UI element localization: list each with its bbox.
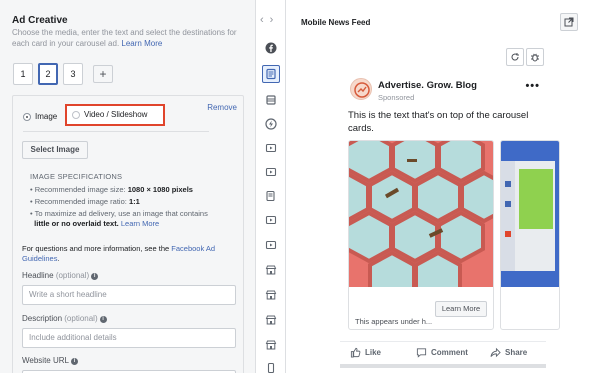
headline-label: Headline (optional) i	[22, 271, 99, 280]
video-icon[interactable]	[263, 140, 279, 156]
video-radio[interactable]	[72, 111, 80, 119]
comment-icon	[416, 348, 427, 358]
panel-title: Ad Creative	[12, 15, 68, 26]
info-icon[interactable]: i	[70, 358, 78, 365]
video-icon[interactable]	[263, 237, 279, 253]
share-button[interactable]: Share	[490, 347, 527, 358]
card-caption: This appears under h...	[355, 317, 433, 326]
divider	[23, 131, 209, 132]
comment-bar	[340, 364, 546, 368]
instagram-icon[interactable]	[263, 92, 279, 108]
mobile-icon[interactable]	[263, 360, 279, 373]
ad-post: Advertise. Grow. Blog Sponsored ••• This…	[340, 66, 560, 373]
marketplace-icon[interactable]	[263, 337, 279, 353]
learn-more-button[interactable]: Learn More	[435, 301, 487, 317]
panel-description: Choose the media, enter the text and sel…	[12, 28, 237, 48]
bug-icon	[531, 53, 539, 62]
chevron-right-icon[interactable]: ›	[270, 14, 280, 26]
ad-creative-panel: Ad Creative Choose the media, enter the …	[0, 0, 256, 373]
chevron-left-icon[interactable]: ‹	[260, 14, 270, 26]
description-input[interactable]: Include additional details	[22, 328, 236, 348]
description-label: Description (optional) i	[22, 314, 107, 323]
external-link-icon	[564, 17, 574, 27]
select-image-button[interactable]: Select Image	[22, 141, 88, 159]
video-slideshow-option[interactable]: Video / Slideshow	[65, 104, 165, 126]
spec-item-ratio: • Recommended image ratio: 1:1	[30, 197, 140, 206]
info-icon[interactable]: i	[91, 273, 99, 280]
add-card-button[interactable]: +	[93, 65, 113, 83]
marketplace-icon[interactable]	[263, 262, 279, 278]
marketplace-icon[interactable]	[263, 312, 279, 328]
website-url-label: Website URL i	[22, 356, 78, 365]
card-editor: Remove Image Video / Slideshow Select Im…	[12, 95, 244, 373]
card-tab-3[interactable]: 3	[63, 63, 83, 85]
video-icon[interactable]	[263, 164, 279, 180]
carousel-card[interactable]	[500, 140, 560, 330]
preview-title: Mobile News Feed	[301, 18, 371, 27]
page-name[interactable]: Advertise. Grow. Blog	[378, 80, 477, 91]
placement-nav: ‹›	[256, 0, 286, 373]
video-option-label[interactable]: Video / Slideshow	[84, 110, 147, 119]
spec-item-delivery: • To maximize ad delivery, use an image …	[30, 209, 208, 228]
report-bug-button[interactable]	[526, 48, 544, 66]
image-radio[interactable]	[23, 113, 31, 121]
post-actions: Like Comment Share	[340, 341, 546, 363]
share-icon	[490, 347, 501, 358]
learn-more-link[interactable]: Learn More	[121, 39, 162, 48]
remove-card-link[interactable]: Remove	[207, 103, 237, 112]
info-icon[interactable]: i	[99, 316, 107, 323]
specs-title: IMAGE SPECIFICATIONS	[30, 172, 123, 181]
guidelines-text: For questions and more information, see …	[22, 244, 216, 263]
image-option-label[interactable]: Image	[35, 112, 57, 121]
article-icon[interactable]	[263, 188, 279, 204]
marketplace-icon[interactable]	[263, 287, 279, 303]
card-tab-2[interactable]: 2	[38, 63, 58, 85]
headline-input[interactable]: Write a short headline	[22, 285, 236, 305]
page-avatar[interactable]	[350, 78, 372, 100]
sponsored-label: Sponsored	[378, 93, 415, 102]
comment-button[interactable]: Comment	[416, 347, 468, 358]
like-button[interactable]: Like	[350, 347, 381, 358]
more-options-icon[interactable]: •••	[525, 80, 540, 92]
audience-network-icon[interactable]	[263, 116, 279, 132]
thumbs-up-icon	[350, 347, 361, 358]
nav-arrows: ‹›	[260, 14, 279, 26]
facebook-icon[interactable]	[263, 40, 279, 56]
card-image	[501, 141, 559, 287]
card-image	[349, 141, 493, 287]
spec-learn-more-link[interactable]: Learn More	[121, 219, 159, 228]
refresh-button[interactable]	[506, 48, 524, 66]
card-tab-1[interactable]: 1	[13, 63, 33, 85]
spec-item-size: • Recommended image size: 1080 × 1080 pi…	[30, 185, 193, 194]
refresh-icon	[511, 53, 519, 61]
carousel-card[interactable]: Learn More This appears under h...	[348, 140, 494, 330]
video-icon[interactable]	[263, 212, 279, 228]
ad-preview-panel: Mobile News Feed Advertise. Grow. Blog S…	[286, 0, 600, 373]
post-text: This is the text that's on top of the ca…	[348, 110, 529, 134]
news-feed-icon[interactable]	[262, 65, 280, 83]
external-link-button[interactable]	[560, 13, 578, 31]
